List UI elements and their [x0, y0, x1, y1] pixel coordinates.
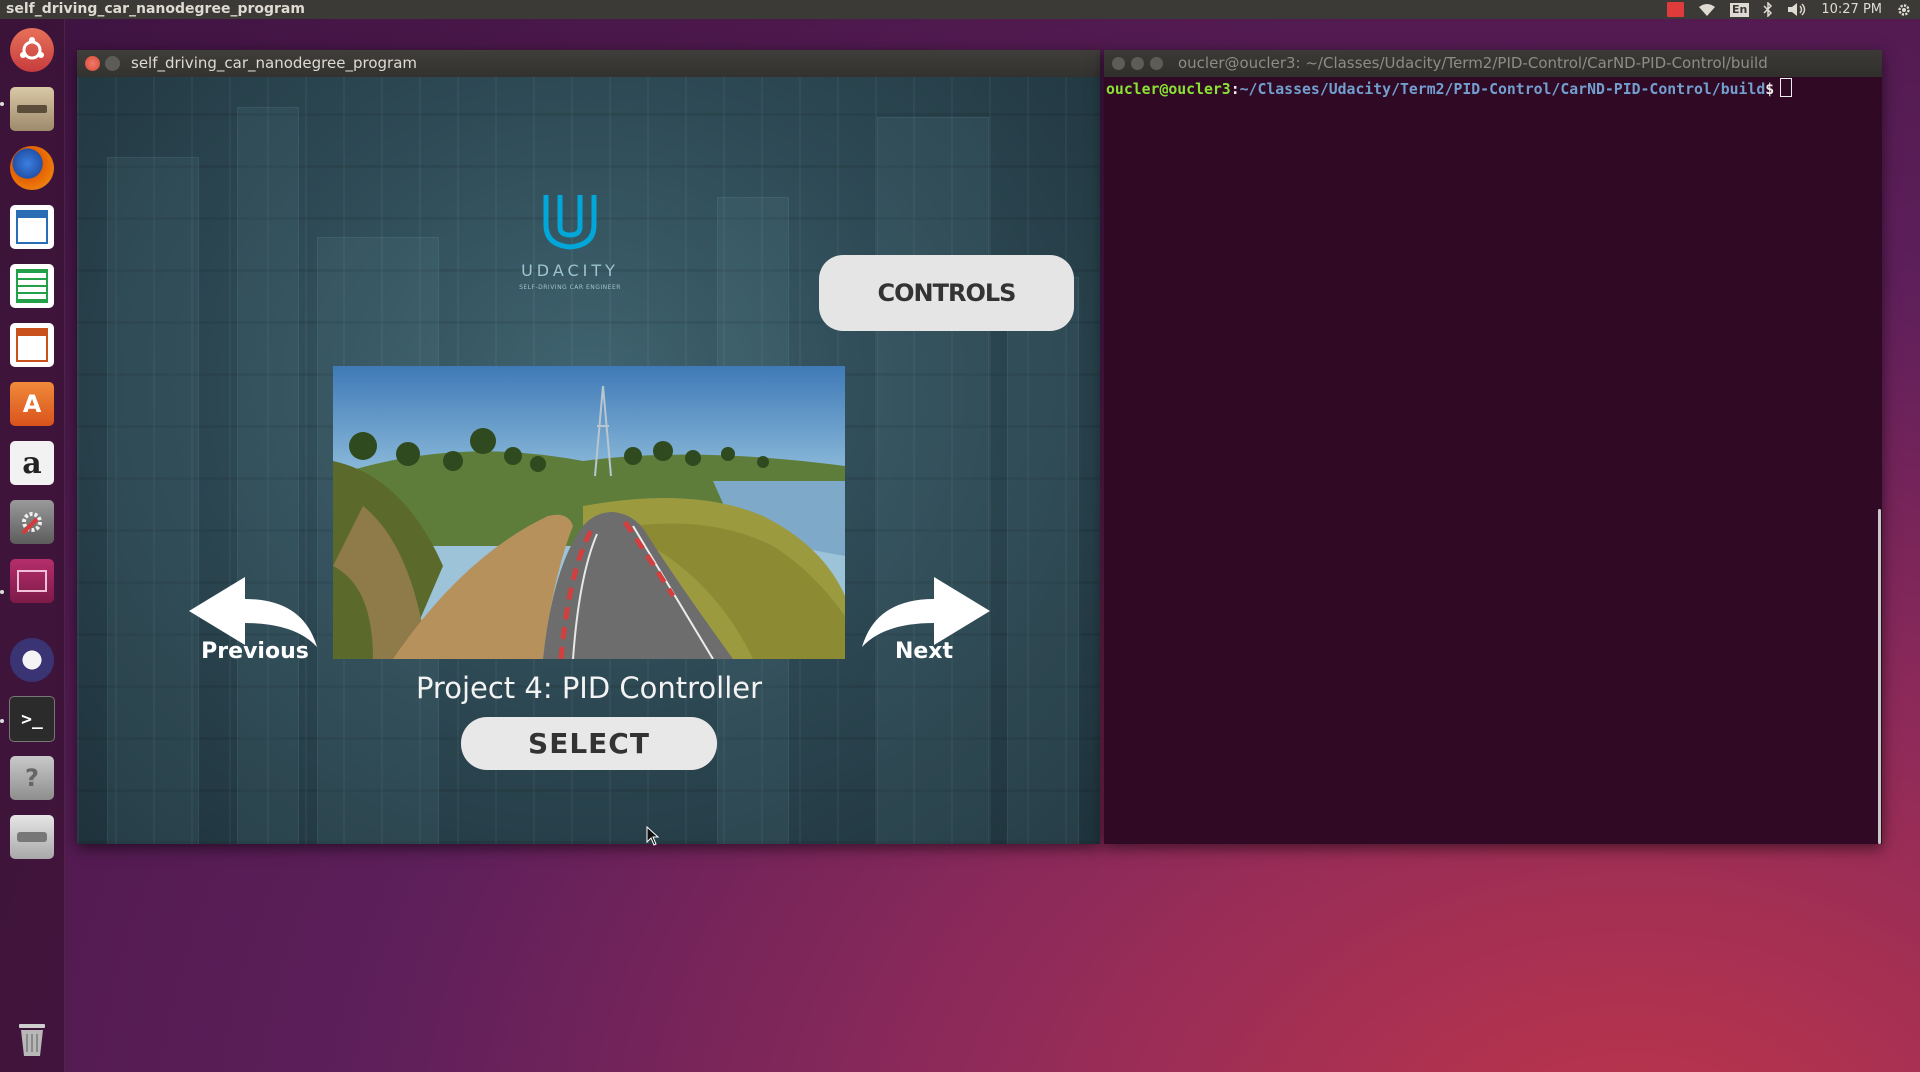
files-launcher[interactable] [5, 82, 59, 136]
select-button[interactable]: SELECT [461, 717, 717, 770]
udacity-logo-icon [543, 195, 597, 250]
amazon-launcher[interactable]: a [5, 436, 59, 490]
wrench-gear-icon [10, 500, 54, 544]
simulator-window-title: self_driving_car_nanodegree_program [131, 54, 418, 72]
firefox-launcher[interactable] [5, 141, 59, 195]
session-gear-icon[interactable] [1896, 0, 1912, 19]
terminal-titlebar[interactable]: oucler@oucler3: ~/Classes/Udacity/Term2/… [1104, 50, 1882, 77]
simulator-menu-screen: UDACITY SELF-DRIVING CAR ENGINEER CONTRO… [77, 77, 1100, 844]
drive-launcher[interactable] [5, 810, 59, 864]
disk-drive-icon [10, 815, 54, 859]
project-title: Project 4: PID Controller [415, 671, 763, 705]
background-building [237, 107, 299, 844]
clock[interactable]: 10:27 PM [1821, 0, 1882, 19]
controls-button[interactable]: CONTROLS [819, 255, 1074, 331]
software-center-launcher[interactable]: A [5, 377, 59, 431]
prompt-path: ~/Classes/Udacity/Term2/PID-Control/CarN… [1239, 81, 1766, 98]
document-icon [10, 205, 54, 249]
terminal-window: oucler@oucler3: ~/Classes/Udacity/Term2/… [1104, 50, 1882, 844]
mouse-pointer-icon [646, 826, 660, 846]
shopping-bag-icon: A [10, 382, 54, 426]
keyboard-language-indicator[interactable]: En [1729, 0, 1750, 19]
simulator-window: self_driving_car_nanodegree_program UDAC… [77, 50, 1100, 844]
terminal-prompt-line: oucler@oucler3:~/Classes/Udacity/Term2/P… [1106, 78, 1793, 100]
file-cabinet-icon [10, 87, 54, 131]
firefox-icon [10, 146, 54, 190]
background-building [877, 117, 989, 844]
amazon-icon: a [10, 441, 54, 485]
dash-home-button[interactable] [5, 23, 59, 77]
prompt-user: oucler@oucler3 [1106, 81, 1231, 98]
volume-icon[interactable] [1787, 0, 1807, 19]
terminal-body[interactable]: oucler@oucler3:~/Classes/Udacity/Term2/P… [1104, 77, 1882, 844]
terminal-launcher[interactable]: >_ [5, 692, 59, 746]
question-mark-icon: ? [10, 756, 54, 800]
previous-label: Previous [201, 639, 309, 664]
trash-launcher[interactable] [5, 1011, 59, 1065]
terminal-scrollbar[interactable] [1878, 509, 1881, 844]
writer-launcher[interactable] [5, 200, 59, 254]
next-label: Next [894, 639, 954, 664]
bluetooth-icon[interactable] [1763, 0, 1773, 19]
unity-app-launcher[interactable] [5, 554, 59, 608]
help-launcher[interactable]: ? [5, 751, 59, 805]
background-building [107, 157, 199, 844]
calc-launcher[interactable] [5, 259, 59, 313]
track-preview-image [333, 366, 845, 659]
trash-icon [10, 1016, 54, 1060]
close-window-icon[interactable] [1112, 57, 1125, 70]
terminal-icon: >_ [9, 696, 55, 742]
eclipse-icon [10, 638, 54, 682]
simulator-titlebar[interactable]: self_driving_car_nanodegree_program [77, 50, 1100, 77]
udacity-subtitle: SELF-DRIVING CAR ENGINEER [519, 284, 621, 291]
text-cursor [1780, 78, 1793, 97]
system-tray: En 10:27 PM [1666, 0, 1920, 19]
presentation-icon [10, 323, 54, 367]
minimize-window-icon[interactable] [105, 56, 120, 71]
ubuntu-logo-icon [10, 28, 54, 72]
active-window-title: self_driving_car_nanodegree_program [6, 1, 305, 17]
minimize-window-icon[interactable] [1131, 57, 1144, 70]
udacity-logo: UDACITY SELF-DRIVING CAR ENGINEER [515, 191, 625, 291]
settings-launcher[interactable] [5, 495, 59, 549]
unity-launcher: A a >_ ? [0, 19, 65, 1072]
eclipse-launcher[interactable] [5, 633, 59, 687]
next-button[interactable]: Next [854, 577, 994, 672]
arrow-right-icon [862, 577, 990, 647]
maximize-window-icon[interactable] [1150, 57, 1163, 70]
prompt-separator: : [1230, 81, 1240, 98]
terminal-window-title: oucler@oucler3: ~/Classes/Udacity/Term2/… [1178, 54, 1768, 72]
spreadsheet-icon [10, 264, 54, 308]
close-window-icon[interactable] [85, 56, 100, 71]
udacity-wordmark: UDACITY [521, 261, 619, 280]
window-app-icon [10, 559, 54, 603]
record-indicator-icon[interactable] [1666, 0, 1684, 19]
previous-button[interactable]: Previous [185, 577, 325, 672]
background-building [1007, 277, 1079, 844]
wifi-icon[interactable] [1698, 0, 1716, 19]
impress-launcher[interactable] [5, 318, 59, 372]
prompt-symbol: $ [1765, 81, 1775, 98]
top-panel: self_driving_car_nanodegree_program En 1… [0, 0, 1920, 19]
arrow-left-icon [189, 577, 317, 647]
